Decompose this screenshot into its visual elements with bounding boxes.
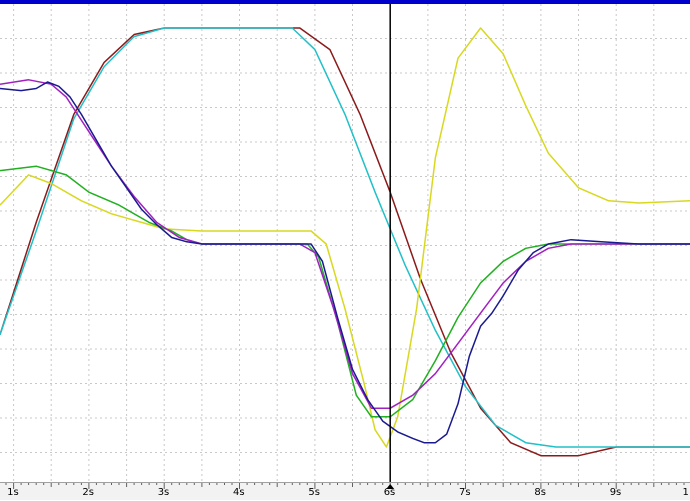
series-line-1 (0, 27, 690, 457)
time-axis: 1s 2s 3s 4s 5s 6s 7s 8s 9s 1 (0, 482, 690, 500)
axis-tick-label: 7s (459, 487, 471, 498)
series-line-5 (0, 79, 690, 409)
axis-tick-label: 9s (609, 487, 622, 498)
axis-tick-label: 1s (7, 487, 19, 498)
series-line-3 (0, 27, 690, 448)
series-line-6 (0, 81, 690, 444)
series-layer (0, 27, 690, 457)
axis-tick-label: 3s (157, 487, 170, 498)
series-line-2 (0, 27, 690, 448)
series-line-4 (0, 165, 690, 418)
axis-tick-label: 1 (682, 487, 689, 498)
scope-plot-area[interactable] (0, 4, 690, 482)
axis-tick-label: 4s (233, 487, 245, 498)
axis-tick-label: 6s (383, 487, 396, 498)
waveform-plot[interactable] (0, 4, 690, 482)
grid-lines (0, 4, 690, 482)
axis-tick-label: 5s (308, 487, 320, 498)
time-axis-ticks (5, 483, 685, 489)
axis-tick-label: 8s (534, 487, 546, 498)
axis-tick-label: 2s (82, 487, 94, 498)
